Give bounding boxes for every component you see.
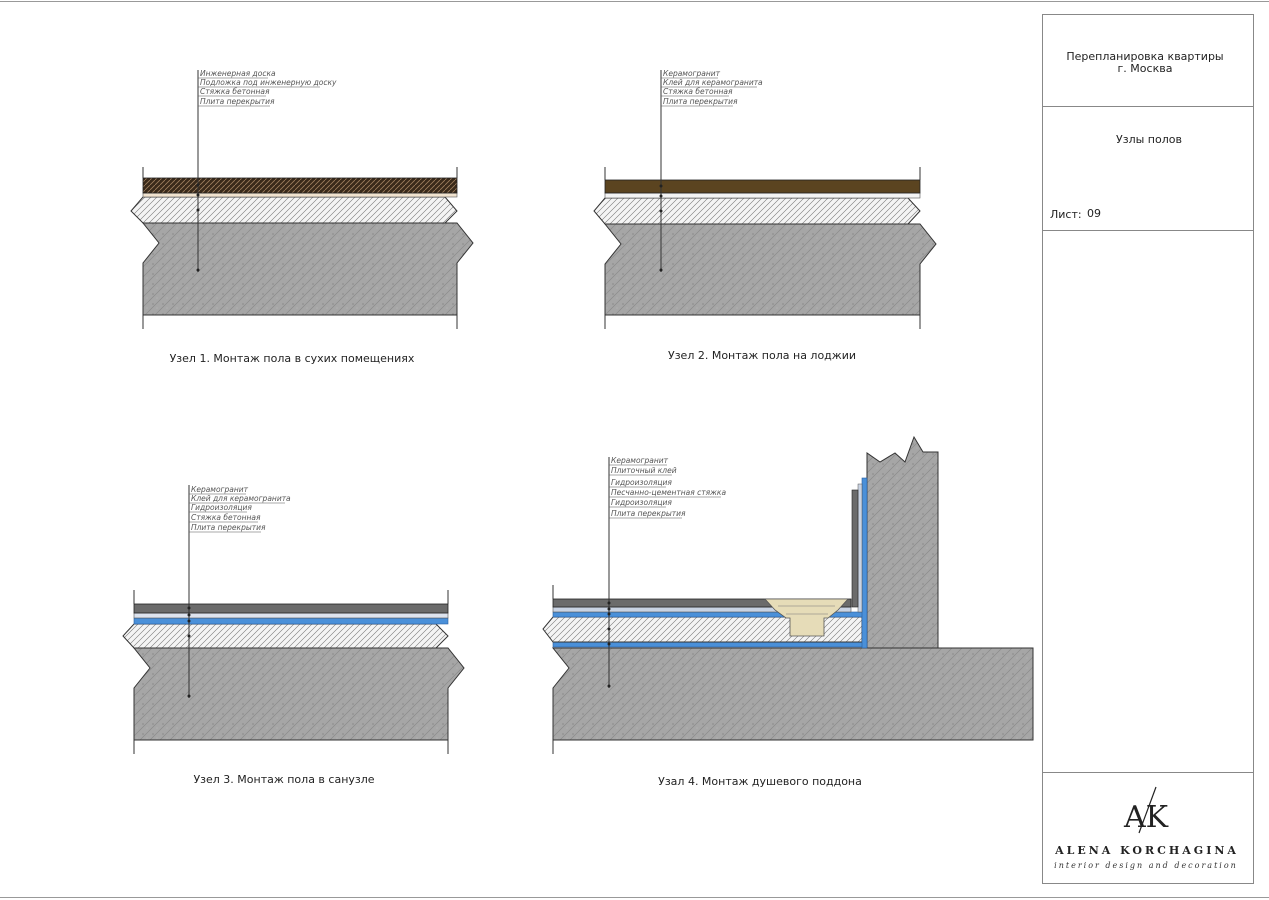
node-2-floor-slab — [603, 223, 937, 316]
node-3-tile — [133, 603, 449, 614]
node-1-label: Стяжка бетонная — [200, 87, 270, 96]
node-3-section: Керамогранит Клей для керамогранита Гидр… — [122, 485, 465, 786]
node-4-label-list: Керамогранит Плиточный клей Гидроизоляци… — [609, 456, 726, 519]
node-4-label: Керамогранит — [611, 456, 669, 465]
node-3-tile-adhesive — [133, 612, 449, 619]
node-1-label: Инженерная доска — [200, 69, 276, 78]
sheet-label: Лист: — [1050, 208, 1082, 221]
node-2-tile-adhesive — [604, 192, 921, 199]
node-4-label: Гидроизоляция — [611, 498, 672, 507]
node-2-caption: Узел 2. Монтаж пола на лоджии — [668, 349, 856, 362]
node-4-wall-waterproofing — [861, 477, 868, 649]
node-3-label: Гидроизоляция — [191, 503, 252, 512]
node-4-wall-tile — [851, 489, 859, 608]
node-3-screed — [122, 623, 449, 649]
node-4-floor-slab — [551, 647, 1034, 741]
node-2-label: Клей для керамогранита — [663, 78, 763, 87]
project-city: г. Москва — [1118, 62, 1173, 75]
node-1-screed — [130, 196, 458, 224]
node-2-tile — [604, 179, 921, 194]
node-2-label: Стяжка бетонная — [663, 87, 733, 96]
node-3-label: Керамогранит — [191, 485, 249, 494]
node-1-label: Плита перекрытия — [200, 97, 275, 106]
drawing-sheet: Инженерная доска Подложка под инженерную… — [0, 1, 1269, 898]
node-4-wall-adhesive — [857, 483, 863, 613]
node-3-caption: Узел 3. Монтаж пола в санузле — [193, 773, 374, 786]
node-2-label: Плита перекрытия — [663, 97, 738, 106]
node-2-label: Керамогранит — [663, 69, 721, 78]
node-3-label: Плита перекрытия — [191, 523, 266, 532]
logo-monogram: AK — [1123, 800, 1169, 835]
node-3-label: Стяжка бетонная — [191, 513, 261, 522]
node-1-caption: Узел 1. Монтаж пола в сухих помещениях — [170, 352, 415, 365]
node-3-label-list: Керамогранит Клей для керамогранита Гидр… — [189, 485, 291, 533]
node-4-label: Гидроизоляция — [611, 478, 672, 487]
node-4-waterproofing-lower — [552, 641, 868, 648]
node-1-label-list: Инженерная доска Подложка под инженерную… — [198, 69, 337, 107]
brand-name: ALENA KORCHAGINA — [1054, 844, 1239, 857]
sheet-title: Узлы полов — [1116, 133, 1182, 146]
node-1-floor-slab — [141, 222, 474, 316]
node-4-wall — [866, 435, 939, 649]
node-1-section: Инженерная доска Подложка под инженерную… — [130, 69, 474, 365]
node-4-label: Плиточный клей — [611, 466, 677, 475]
brand-logo: AK — [1123, 786, 1169, 835]
node-4-section: Керамогранит Плиточный клей Гидроизоляци… — [542, 435, 1034, 788]
node-2-section: Керамогранит Клей для керамогранита Стяж… — [593, 69, 937, 362]
node-3-floor-slab — [132, 647, 465, 741]
node-2-screed — [593, 197, 921, 225]
node-1-underlay — [142, 192, 458, 198]
node-2-label-list: Керамогранит Клей для керамогранита Стяж… — [661, 69, 763, 107]
node-1-label: Подложка под инженерную доску — [200, 78, 337, 87]
sheet-number: 09 — [1087, 207, 1101, 220]
node-1-engineered-board — [142, 177, 458, 194]
node-3-waterproofing — [133, 617, 449, 625]
title-block: Перепланировка квартиры г. Москва Узлы п… — [1042, 14, 1254, 884]
node-4-caption: Узал 4. Монтаж душевого поддона — [658, 775, 862, 788]
node-3-label: Клей для керамогранита — [191, 494, 291, 503]
brand-tagline: interior design and decoration — [1054, 861, 1238, 870]
node-4-label: Плита перекрытия — [611, 509, 686, 518]
node-4-label: Песчанно-цементная стяжка — [611, 488, 726, 497]
